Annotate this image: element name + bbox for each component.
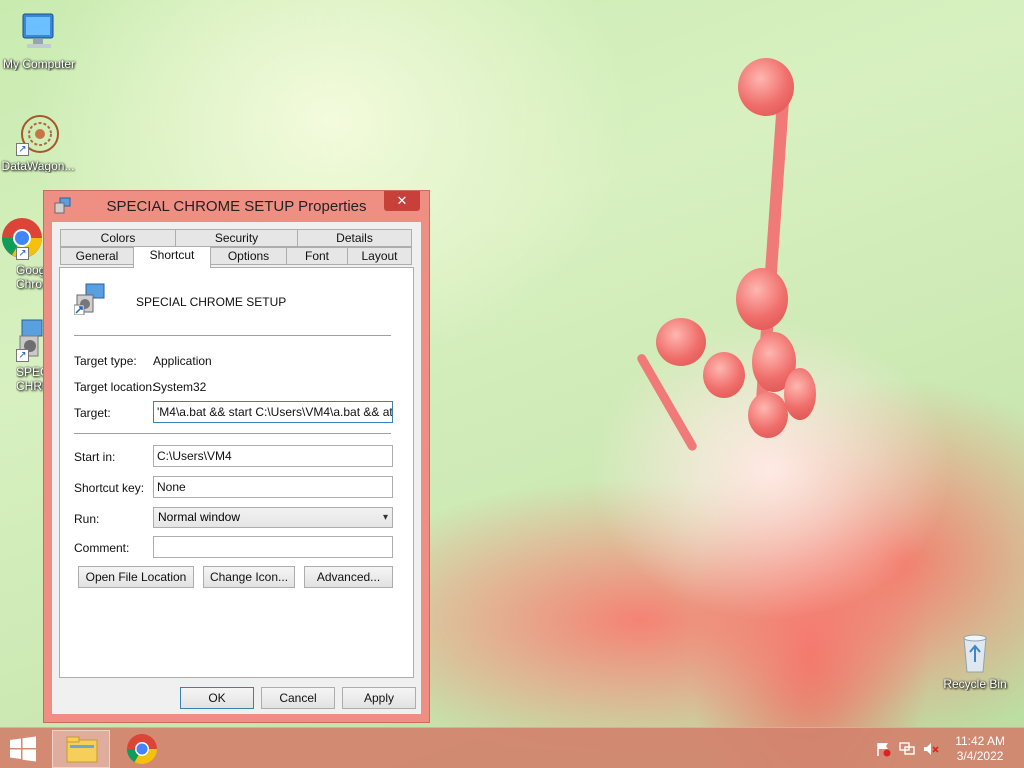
chrome-icon: [127, 734, 157, 765]
target-location-label: Target location:: [74, 380, 156, 394]
dialog-titlebar[interactable]: SPECIAL CHROME SETUP Properties ✕: [44, 191, 429, 221]
windows-logo-icon: [10, 736, 36, 762]
tab-general[interactable]: General: [60, 247, 134, 265]
properties-dialog: SPECIAL CHROME SETUP Properties ✕ Colors…: [43, 190, 430, 723]
start-in-input[interactable]: C:\Users\VM4: [153, 445, 393, 467]
tab-details[interactable]: Details: [297, 229, 412, 247]
shortcut-arrow-icon: ↗: [16, 247, 29, 260]
network-icon[interactable]: [899, 741, 915, 757]
tab-layout[interactable]: Layout: [347, 247, 412, 265]
start-in-label: Start in:: [74, 450, 116, 464]
desktop-icon-my-computer[interactable]: My Computer: [1, 10, 77, 71]
comment-input[interactable]: [153, 536, 393, 558]
datawagon-icon: ↗: [16, 112, 60, 156]
setup-icon: ↗: [0, 318, 44, 362]
ok-button[interactable]: OK: [180, 687, 254, 709]
apply-button[interactable]: Apply: [342, 687, 416, 709]
run-select-value: Normal window: [158, 510, 241, 524]
clock-time: 11:42 AM: [955, 734, 1005, 748]
tab-security[interactable]: Security: [175, 229, 298, 247]
taskbar-file-explorer[interactable]: [52, 730, 110, 768]
shortcut-key-input[interactable]: None: [153, 476, 393, 498]
open-file-location-button[interactable]: Open File Location: [78, 566, 194, 588]
target-label: Target:: [74, 406, 111, 420]
file-explorer-icon: [66, 736, 98, 763]
cancel-button[interactable]: Cancel: [261, 687, 335, 709]
desktop-icon-recycle-bin[interactable]: Recycle Bin: [937, 630, 1013, 691]
close-button[interactable]: ✕: [384, 191, 420, 211]
chrome-icon: ↗: [0, 216, 44, 260]
comment-label: Comment:: [74, 541, 130, 555]
computer-icon: [17, 10, 61, 54]
start-button[interactable]: [9, 736, 37, 762]
separator: [74, 335, 391, 336]
tab-options[interactable]: Options: [210, 247, 287, 265]
separator: [74, 433, 391, 434]
shortcut-name: SPECIAL CHROME SETUP: [136, 295, 287, 309]
chevron-down-icon: ▾: [382, 512, 388, 523]
tab-colors[interactable]: Colors: [60, 229, 176, 247]
shortcut-key-label: Shortcut key:: [74, 481, 145, 495]
run-select[interactable]: Normal window ▾: [153, 507, 393, 528]
taskbar: 11:42 AM 3/4/2022: [0, 727, 1024, 768]
target-location-value: System32: [153, 380, 207, 394]
clock-date: 3/4/2022: [956, 749, 1004, 763]
change-icon-button[interactable]: Change Icon...: [203, 566, 295, 588]
action-center-flag-icon[interactable]: [875, 741, 891, 757]
shortcut-arrow-icon: ↗: [16, 143, 29, 156]
run-label: Run:: [74, 512, 100, 526]
target-type-label: Target type:: [74, 354, 137, 368]
volume-muted-icon[interactable]: [923, 741, 939, 757]
dialog-client: Colors Security Details General Shortcut…: [52, 222, 421, 714]
advanced-button[interactable]: Advanced...: [304, 566, 393, 588]
shortcut-tab-panel: SPECIAL CHROME SETUP Target type: Applic…: [59, 267, 414, 678]
taskbar-chrome[interactable]: [113, 730, 171, 768]
target-type-value: Application: [153, 354, 212, 368]
taskbar-clock[interactable]: 11:42 AM 3/4/2022: [955, 734, 1005, 764]
shortcut-large-icon: [73, 283, 106, 316]
shortcut-arrow-icon: ↗: [16, 349, 29, 362]
dialog-title: SPECIAL CHROME SETUP Properties: [106, 198, 367, 215]
target-input[interactable]: 'M4\a.bat && start C:\Users\VM4\a.bat &&…: [153, 401, 393, 423]
tab-shortcut[interactable]: Shortcut: [133, 246, 211, 268]
desktop-icon-datawagon[interactable]: ↗ DataWagon...: [0, 112, 76, 173]
recycle-bin-icon: [953, 630, 997, 674]
tab-font[interactable]: Font: [286, 247, 348, 265]
